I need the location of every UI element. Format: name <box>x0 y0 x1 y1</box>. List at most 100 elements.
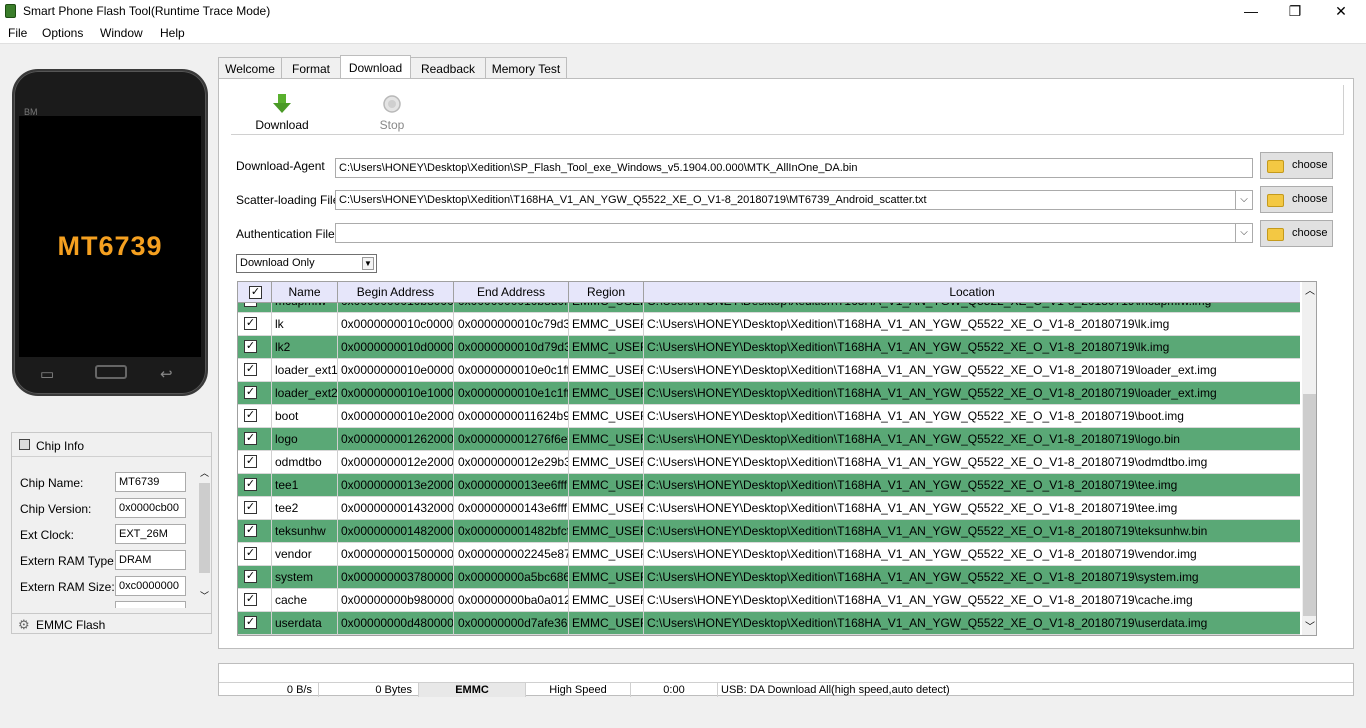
choose-scatter-button[interactable]: choose <box>1260 186 1333 213</box>
app-icon <box>5 4 16 18</box>
table-row-partial[interactable]: ✓ mcupmfw0x0000000010b800000x0000000010b8… <box>238 303 1300 313</box>
scroll-up-icon[interactable]: ︿ <box>200 466 209 479</box>
tab-readback[interactable]: Readback <box>410 57 486 79</box>
row-checkbox[interactable]: ✓ <box>244 455 257 468</box>
table-row[interactable]: ✓ tee1 0x0000000013e20000 0x0000000013ee6ff… <box>238 474 1300 497</box>
scroll-thumb[interactable] <box>1303 394 1316 616</box>
chevron-down-icon[interactable]: ⌵ <box>1235 191 1252 209</box>
restore-button[interactable]: ❐ <box>1272 0 1318 22</box>
row-checkbox[interactable]: ✓ <box>244 363 257 376</box>
choose-download-agent-button[interactable]: choose <box>1260 152 1333 179</box>
row-select-cell[interactable]: ✓ <box>238 405 272 428</box>
row-select-cell[interactable]: ✓ <box>238 359 272 382</box>
table-row[interactable]: ✓ cache 0x00000000b9800000 0x00000000ba0a01… <box>238 589 1300 612</box>
row-checkbox[interactable]: ✓ <box>244 593 257 606</box>
table-row[interactable]: ✓ teksunhw 0x0000000014820000 0x00000000148… <box>238 520 1300 543</box>
close-button[interactable]: ✕ <box>1318 0 1364 22</box>
tab-format[interactable]: Format <box>281 57 341 79</box>
row-checkbox[interactable]: ✓ <box>244 547 257 560</box>
col-end-address[interactable]: End Address <box>454 282 569 303</box>
row-select-cell[interactable]: ✓ <box>238 589 272 612</box>
row-checkbox[interactable]: ✓ <box>244 524 257 537</box>
cell-region: EMMC_USER <box>569 303 644 313</box>
row-select-cell[interactable]: ✓ <box>238 313 272 336</box>
row-select-cell[interactable]: ✓ <box>238 336 272 359</box>
scroll-down-icon[interactable]: ﹀ <box>200 589 209 602</box>
scatter-file-combo[interactable]: C:\Users\HONEY\Desktop\Xedition\T168HA_V… <box>335 190 1253 210</box>
row-select-cell[interactable]: ✓ <box>238 474 272 497</box>
row-checkbox[interactable]: ✓ <box>244 616 257 629</box>
menu-options[interactable]: Options <box>42 26 83 40</box>
emmc-flash-section[interactable]: ⚙ EMMC Flash <box>12 613 211 634</box>
row-checkbox[interactable]: ✓ <box>244 432 257 445</box>
chip-info-scrollbar[interactable]: ︿ ﹀ <box>198 467 211 605</box>
chip-info-header[interactable]: Chip Info <box>12 433 211 457</box>
table-row[interactable]: ✓ loader_ext2 0x0000000010e10000 0x00000000… <box>238 382 1300 405</box>
chip-name-field[interactable]: MT6739 <box>115 472 186 492</box>
table-row[interactable]: ✓ lk2 0x0000000010d00000 0x0000000010d79d3f… <box>238 336 1300 359</box>
chevron-down-icon[interactable]: ▼ <box>362 257 374 270</box>
col-begin-address[interactable]: Begin Address <box>338 282 454 303</box>
table-row[interactable]: ✓ vendor 0x0000000015000000 0x000000002245e… <box>238 543 1300 566</box>
cell-end: 0x00000000ba0a012f <box>454 589 569 612</box>
row-select-cell[interactable]: ✓ <box>238 612 272 635</box>
row-select-cell[interactable]: ✓ <box>238 428 272 451</box>
ext-clock-field[interactable]: EXT_26M <box>115 524 186 544</box>
row-checkbox[interactable]: ✓ <box>244 570 257 583</box>
menu-help[interactable]: Help <box>160 26 185 40</box>
row-select-cell[interactable]: ✓ <box>238 303 272 313</box>
row-checkbox[interactable]: ✓ <box>244 478 257 491</box>
select-all-checkbox[interactable]: ✓ <box>249 286 262 299</box>
table-scrollbar[interactable]: ︿ ﹀ <box>1302 282 1316 635</box>
row-checkbox[interactable]: ✓ <box>244 340 257 353</box>
row-select-cell[interactable]: ✓ <box>238 520 272 543</box>
col-location[interactable]: Location <box>644 282 1300 303</box>
table-row[interactable]: ✓ tee2 0x0000000014320000 0x00000000143e6ff… <box>238 497 1300 520</box>
row-checkbox[interactable]: ✓ <box>244 501 257 514</box>
scroll-thumb[interactable] <box>199 483 210 573</box>
row-select-cell[interactable]: ✓ <box>238 382 272 405</box>
row-checkbox[interactable]: ✓ <box>244 317 257 330</box>
row-checkbox[interactable]: ✓ <box>244 303 257 307</box>
row-checkbox[interactable]: ✓ <box>244 386 257 399</box>
table-row[interactable]: ✓ system 0x0000000037800000 0x00000000a5bc6… <box>238 566 1300 589</box>
tab-welcome[interactable]: Welcome <box>218 57 282 79</box>
cell-region: EMMC_USER <box>569 589 644 612</box>
download-agent-field[interactable]: C:\Users\HONEY\Desktop\Xedition\SP_Flash… <box>335 158 1253 178</box>
minimize-button[interactable]: — <box>1228 0 1274 22</box>
table-row[interactable]: ✓ lk 0x0000000010c00000 0x0000000010c79d3f E… <box>238 313 1300 336</box>
scatter-file-value: C:\Users\HONEY\Desktop\Xedition\T168HA_V… <box>339 194 927 206</box>
row-select-cell[interactable]: ✓ <box>238 566 272 589</box>
emmc-flash-label: EMMC Flash <box>36 618 106 632</box>
row-checkbox[interactable]: ✓ <box>244 409 257 422</box>
status-time: 0:00 <box>631 683 718 697</box>
table-row[interactable]: ✓ odmdtbo 0x0000000012e20000 0x0000000012e2… <box>238 451 1300 474</box>
tab-memory-test[interactable]: Memory Test <box>485 57 567 79</box>
select-all-header[interactable]: ✓ <box>238 282 272 303</box>
table-row[interactable]: ✓ loader_ext1 0x0000000010e00000 0x00000000… <box>238 359 1300 382</box>
table-row[interactable]: ✓ boot 0x0000000010e20000 0x0000000011624b9… <box>238 405 1300 428</box>
menu-file[interactable]: File <box>8 26 27 40</box>
cell-location: C:\Users\HONEY\Desktop\Xedition\T168HA_V… <box>647 524 1208 538</box>
row-select-cell[interactable]: ✓ <box>238 451 272 474</box>
choose-auth-button[interactable]: choose <box>1260 220 1333 247</box>
chip-version-field[interactable]: 0x0000cb00 <box>115 498 186 518</box>
download-mode-select[interactable]: Download Only ▼ <box>236 254 377 273</box>
table-row[interactable]: ✓ userdata 0x00000000d4800000 0x00000000d7a… <box>238 612 1300 635</box>
ram-type-field[interactable]: DRAM <box>115 550 186 570</box>
cell-begin: 0x00000000b9800000 <box>338 589 454 612</box>
col-region[interactable]: Region <box>569 282 644 303</box>
chip-info-title: Chip Info <box>36 439 85 453</box>
row-select-cell[interactable]: ✓ <box>238 497 272 520</box>
scroll-up-icon[interactable]: ︿ <box>1305 282 1315 297</box>
row-select-cell[interactable]: ✓ <box>238 543 272 566</box>
menu-window[interactable]: Window <box>100 26 143 40</box>
col-name[interactable]: Name <box>272 282 338 303</box>
tab-download[interactable]: Download <box>340 55 411 78</box>
auth-file-combo[interactable]: ⌵ <box>335 223 1253 243</box>
scroll-down-icon[interactable]: ﹀ <box>1305 618 1315 633</box>
table-row[interactable]: ✓ logo 0x0000000012620000 0x000000001276f6e… <box>238 428 1300 451</box>
ram-size-field[interactable]: 0xc0000000 <box>115 576 186 596</box>
cell-end: 0x0000000011624b9f <box>454 405 569 428</box>
chevron-down-icon[interactable]: ⌵ <box>1235 224 1252 242</box>
